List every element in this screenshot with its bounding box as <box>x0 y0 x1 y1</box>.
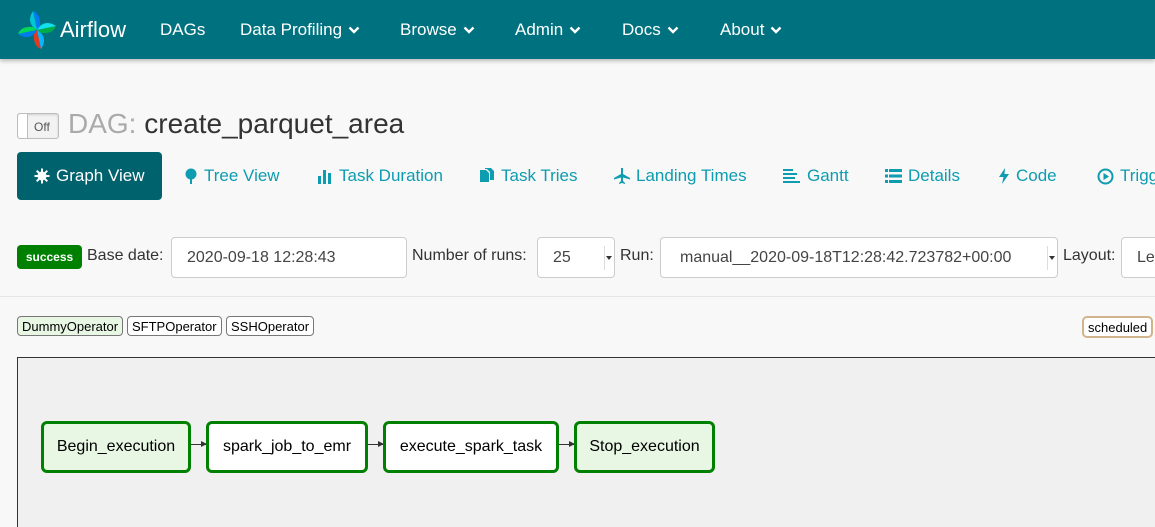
dag-title-prefix: DAG: <box>68 108 137 139</box>
nav-dags[interactable]: DAGs <box>160 0 205 59</box>
toggle-knob <box>18 114 28 138</box>
task-node-execute-spark-task[interactable]: execute_spark_task <box>383 421 559 473</box>
nav-docs-label: Docs <box>622 19 661 39</box>
task-node-spark-job-to-emr[interactable]: spark_job_to_emr <box>206 421 368 473</box>
nav-about[interactable]: About <box>720 0 782 59</box>
tab-details[interactable]: Details <box>885 152 960 200</box>
legend-operator-sftp[interactable]: SFTPOperator <box>127 316 222 336</box>
base-date-value: 2020-09-18 12:28:43 <box>187 248 336 266</box>
gear-icon <box>34 168 50 184</box>
tab-trigger-dag-label: Trigg <box>1120 166 1155 185</box>
tab-details-label: Details <box>908 166 960 185</box>
chevron-down-icon <box>569 26 581 34</box>
chevron-down-icon <box>463 26 475 34</box>
chevron-down-icon <box>348 26 360 34</box>
tab-landing-times-label: Landing Times <box>636 166 747 185</box>
number-of-runs-value: 25 <box>553 248 571 266</box>
nav-about-label: About <box>720 19 765 39</box>
nav-browse-label: Browse <box>400 19 457 39</box>
plane-icon <box>614 168 630 184</box>
brand-name: Airflow <box>60 17 127 42</box>
legend-operator-ssh[interactable]: SSHOperator <box>226 316 315 336</box>
tab-code-label: Code <box>1016 166 1057 185</box>
files-icon <box>480 168 494 182</box>
layout-value: Le <box>1137 248 1155 266</box>
run-select[interactable]: manual__2020-09-18T12:28:42.723782+00:00 <box>660 237 1058 278</box>
chevron-down-icon <box>667 26 679 34</box>
tab-task-duration-label: Task Duration <box>339 166 443 185</box>
chevron-down-icon <box>771 26 782 34</box>
tab-task-tries[interactable]: Task Tries <box>479 152 578 200</box>
run-value: manual__2020-09-18T12:28:42.723782+00:00 <box>680 248 1012 266</box>
bar-chart-icon <box>318 170 331 184</box>
nav-dags-label: DAGs <box>160 19 206 39</box>
airflow-logo-icon <box>18 11 56 49</box>
select-arrow-icon <box>604 246 612 270</box>
status-badge: success <box>17 245 82 269</box>
toggle-label: Off <box>34 120 50 134</box>
nav-data-profiling-label: Data Profiling <box>240 19 343 39</box>
divider <box>0 296 1155 297</box>
graph-edge <box>191 441 207 447</box>
dag-pause-toggle[interactable]: Off <box>17 113 59 139</box>
tab-graph-view-label: Graph View <box>56 166 145 185</box>
nav-browse[interactable]: Browse <box>400 0 475 59</box>
select-arrow-icon <box>1047 246 1055 270</box>
tree-icon <box>185 168 197 184</box>
graph-edge <box>559 441 575 447</box>
nav-admin-label: Admin <box>515 19 564 39</box>
nav-data-profiling[interactable]: Data Profiling <box>240 0 360 59</box>
gantt-icon <box>783 169 800 183</box>
layout-label: Layout: <box>1063 247 1116 264</box>
layout-select[interactable]: Le <box>1121 237 1155 278</box>
number-of-runs-label: Number of runs: <box>412 247 527 264</box>
tab-gantt-label: Gantt <box>807 166 849 185</box>
base-date-label: Base date: <box>87 247 164 264</box>
dag-id: create_parquet_area <box>144 108 405 139</box>
flash-icon <box>999 168 1009 184</box>
tab-task-tries-label: Task Tries <box>501 166 578 185</box>
task-node-stop-execution[interactable]: Stop_execution <box>574 421 715 473</box>
tab-gantt[interactable]: Gantt <box>783 152 849 200</box>
nav-docs[interactable]: Docs <box>622 0 679 59</box>
tab-task-duration[interactable]: Task Duration <box>317 152 443 200</box>
tab-trigger-dag[interactable]: Trigg <box>1097 152 1155 200</box>
page-title: DAG: create_parquet_area <box>68 107 404 141</box>
nav-admin[interactable]: Admin <box>515 0 581 59</box>
tab-code[interactable]: Code <box>998 152 1057 200</box>
tab-graph-view[interactable]: Graph View <box>17 152 162 200</box>
play-icon <box>1097 168 1114 184</box>
legend-operator-dummy[interactable]: DummyOperator <box>17 316 124 336</box>
tab-tree-view-label: Tree View <box>204 166 280 185</box>
graph-edge <box>368 441 384 447</box>
base-date-input[interactable]: 2020-09-18 12:28:43 <box>171 237 407 278</box>
run-label: Run: <box>620 247 654 264</box>
list-icon <box>885 169 902 183</box>
top-navbar: Airflow DAGs Data Profiling Browse Admin… <box>0 0 1155 59</box>
tab-tree-view[interactable]: Tree View <box>184 152 280 200</box>
task-node-begin-execution[interactable]: Begin_execution <box>41 421 191 473</box>
number-of-runs-select[interactable]: 25 <box>537 237 615 278</box>
airflow-brand[interactable]: Airflow <box>16 8 126 52</box>
legend-state-scheduled[interactable]: scheduled <box>1082 316 1154 338</box>
dag-graph-canvas[interactable]: Begin_execution spark_job_to_emr execute… <box>17 357 1155 527</box>
tab-landing-times[interactable]: Landing Times <box>614 152 747 200</box>
